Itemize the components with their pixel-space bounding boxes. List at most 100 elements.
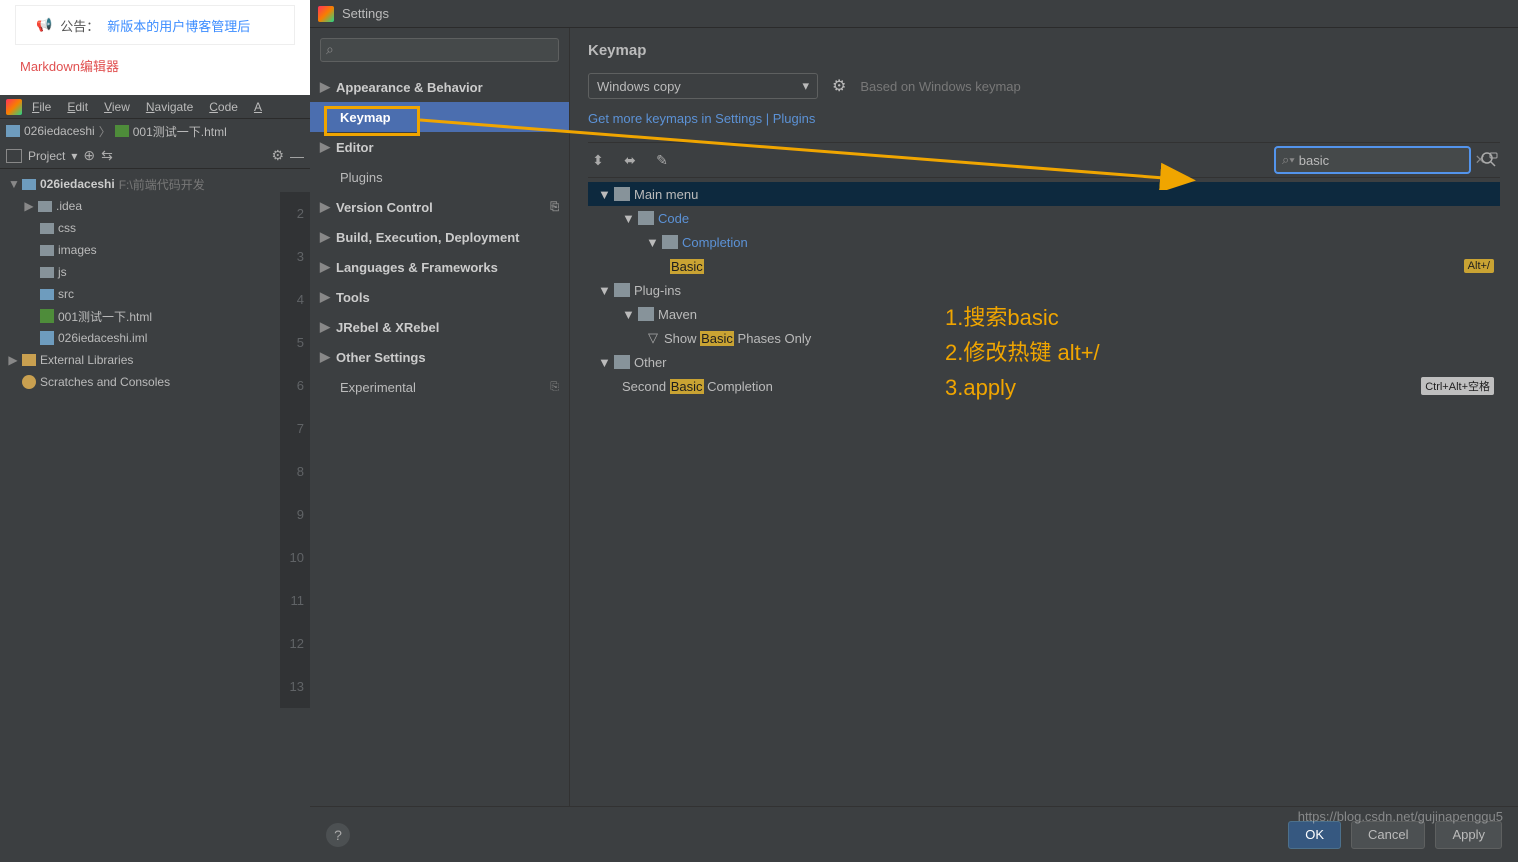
announce-bar: 📢 公告： 新版本的用户博客管理后 (15, 5, 295, 45)
chevron-right-icon: ▶ (320, 199, 330, 215)
shortcut-badge: Ctrl+Alt+空格 (1421, 377, 1494, 395)
settings-main-panel: Keymap Windows copy ▾ ⚙ Based on Windows… (570, 28, 1518, 806)
line-number: 10 (280, 536, 310, 579)
keymap-tree-row[interactable]: ▽ Show Basic Phases Only (588, 326, 1500, 350)
settings-category-plugins[interactable]: Plugins (310, 162, 569, 192)
tree-row[interactable]: images (0, 239, 310, 261)
apply-button[interactable]: Apply (1435, 821, 1502, 849)
tree-item-label: js (58, 265, 67, 279)
menu-more[interactable]: A (248, 98, 268, 116)
keymap-tree-row[interactable]: ▼Maven (588, 302, 1500, 326)
settings-category-editor[interactable]: ▶Editor (310, 132, 569, 162)
expand-all-icon[interactable]: ⬍ (588, 152, 608, 169)
settings-category-keymap[interactable]: Keymap (310, 102, 569, 132)
folder-icon (614, 283, 630, 297)
tree-root[interactable]: ▼ 026iedaceshi F:\前端代码开发 (0, 173, 310, 195)
iml-file-icon (40, 331, 54, 345)
filter-icon: ▽ (646, 331, 660, 345)
tree-item-label: Scratches and Consoles (40, 375, 170, 389)
chevron-down-icon: ▼ (622, 211, 634, 226)
action-label: Maven (658, 307, 697, 322)
folder-icon (38, 201, 52, 212)
minimize-icon[interactable]: — (290, 148, 304, 164)
action-label: Second Basic Completion (622, 379, 773, 394)
settings-search-input[interactable] (320, 38, 559, 62)
chevron-right-icon: ▶ (320, 259, 330, 275)
keymap-tree-row[interactable]: ▼Main menu (588, 182, 1500, 206)
announce-link[interactable]: 新版本的用户博客管理后 (107, 16, 250, 35)
tree-external-libs[interactable]: ▶External Libraries (0, 349, 310, 371)
menu-code[interactable]: Code (203, 98, 244, 116)
category-label: Plugins (340, 170, 383, 185)
settings-category-languages-frameworks[interactable]: ▶ Languages & Frameworks (310, 252, 569, 282)
menu-file[interactable]: File (26, 98, 57, 116)
search-icon: ⌕▾ (1282, 152, 1295, 168)
html-file-icon (40, 309, 54, 323)
collapse-all-icon[interactable]: ⬌ (620, 152, 640, 169)
category-label: Languages & Frameworks (336, 260, 498, 275)
settings-category-tools[interactable]: ▶ Tools (310, 282, 569, 312)
keymap-scheme-select[interactable]: Windows copy ▾ (588, 73, 818, 99)
chevron-right-icon: ▶ (320, 289, 330, 305)
keymap-tree-row[interactable]: ▼Other (588, 350, 1500, 374)
keymap-tree-row[interactable]: ▼Plug-ins (588, 278, 1500, 302)
settings-category-jrebel-xrebel[interactable]: ▶JRebel & XRebel (310, 312, 569, 342)
project-view-icon (6, 149, 22, 163)
keymap-action-tree: ▼Main menu ▼ Code ▼CompletionBasicAlt+/▼Plu… (588, 182, 1500, 792)
tree-row[interactable]: 001测试一下.html (0, 305, 310, 327)
line-number: 12 (280, 622, 310, 665)
cancel-button[interactable]: Cancel (1351, 821, 1425, 849)
action-label: Plug-ins (634, 283, 681, 298)
keymap-toolbar: ⬍ ⬌ ✎ ⌕▾ ✕ (588, 142, 1500, 178)
action-label: Code (658, 211, 689, 226)
settings-category-version-control[interactable]: ▶Version Control⎘ (310, 192, 569, 222)
collapse-icon[interactable]: ⇆ (101, 147, 113, 164)
line-number: 5 (280, 321, 310, 364)
folder-icon (40, 267, 54, 278)
breadcrumb-file[interactable]: 001测试一下.html (133, 123, 227, 140)
shortcut-badge: Alt+/ (1464, 259, 1494, 273)
settings-category-build-execution-deployment[interactable]: ▶Build, Execution, Deployment (310, 222, 569, 252)
tree-scratches[interactable]: Scratches and Consoles (0, 371, 310, 393)
menu-icon (614, 187, 630, 201)
speaker-icon: 📢 (36, 17, 52, 33)
edit-icon[interactable]: ✎ (652, 152, 672, 169)
tree-row[interactable]: css (0, 217, 310, 239)
help-button[interactable]: ? (326, 823, 350, 847)
tree-row[interactable]: ▶.idea (0, 195, 310, 217)
keymap-search-input[interactable] (1299, 153, 1475, 168)
menu-view[interactable]: View (98, 98, 136, 116)
keymap-tree-row[interactable]: BasicAlt+/ (588, 254, 1500, 278)
tree-row[interactable]: 026iedaceshi.iml (0, 327, 310, 349)
action-label: Completion (682, 235, 748, 250)
settings-category-appearance-behavior[interactable]: ▶Appearance & Behavior (310, 72, 569, 102)
gear-icon[interactable]: ⚙ (271, 147, 284, 164)
category-label: Version Control (336, 200, 433, 215)
keymap-tree-row[interactable]: Second Basic Completion Ctrl+Alt+空格 (588, 374, 1500, 398)
get-more-keymaps-link[interactable]: Get more keymaps in Settings | Plugins (588, 111, 1500, 126)
ide-background: File Edit View Navigate Code A 026iedace… (0, 95, 310, 862)
find-action-by-shortcut-icon[interactable] (1478, 149, 1500, 171)
menu-edit[interactable]: Edit (61, 98, 94, 116)
action-label: Show Basic Phases Only (664, 331, 811, 346)
settings-category-experimental[interactable]: Experimental⎘ (310, 372, 569, 402)
ok-button[interactable]: OK (1288, 821, 1341, 849)
tree-row[interactable]: src (0, 283, 310, 305)
breadcrumb-root[interactable]: 026iedaceshi (24, 124, 95, 138)
settings-category-other-settings[interactable]: ▶Other Settings (310, 342, 569, 372)
dropdown-icon[interactable]: ▾ (71, 149, 77, 163)
dialog-titlebar: Settings (310, 0, 1518, 28)
library-icon (22, 354, 36, 366)
folder-icon (40, 289, 54, 300)
target-icon[interactable]: ⊕ (83, 147, 95, 164)
keymap-tree-row[interactable]: ▼ Code (588, 206, 1500, 230)
keymap-tree-row[interactable]: ▼Completion (588, 230, 1500, 254)
project-label[interactable]: Project (28, 149, 65, 163)
tree-row[interactable]: js (0, 261, 310, 283)
tree-item-label: css (58, 221, 76, 235)
menu-navigate[interactable]: Navigate (140, 98, 199, 116)
gear-icon[interactable]: ⚙ (832, 76, 846, 96)
line-number: 8 (280, 450, 310, 493)
settings-sidebar: ▶Appearance & BehaviorKeymap▶Editor Plugi… (310, 28, 570, 806)
category-label: Tools (336, 290, 370, 305)
